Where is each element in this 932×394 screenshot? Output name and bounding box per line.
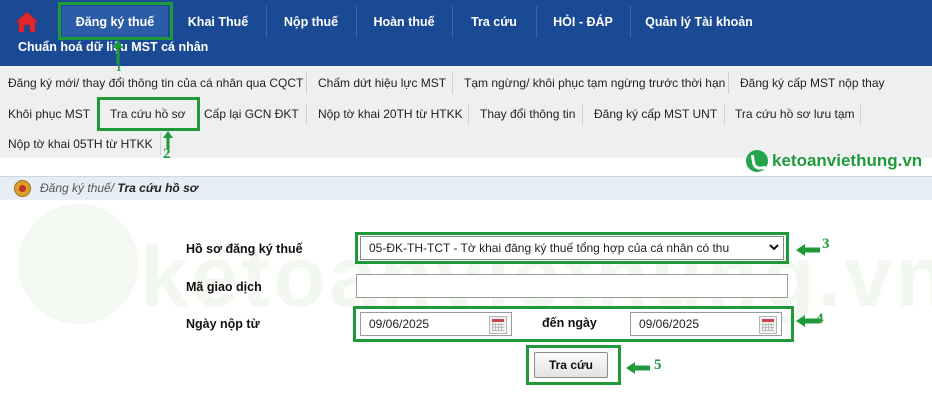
nav-separator <box>630 6 631 38</box>
submenu-separator <box>582 103 583 125</box>
brand-logo: ketoanviethung.vn <box>746 150 922 172</box>
ma-giao-dich-input[interactable] <box>356 274 788 298</box>
annotation-arrow-up-icon <box>113 40 123 64</box>
submenu-item-dang-ky-moi[interactable]: Đăng ký mới/ thay đổi thông tin của cá n… <box>8 68 303 98</box>
submenu-separator <box>306 72 307 94</box>
submenu-item-khoi-phuc-mst[interactable]: Khôi phục MST <box>8 99 90 129</box>
submenu-separator <box>728 72 729 94</box>
ho-so-label: Hồ sơ đăng ký thuế <box>186 242 303 256</box>
nav-tra-cuu[interactable]: Tra cứu <box>456 6 532 38</box>
annotation-step-3: 3 <box>822 236 830 252</box>
annotation-step-4: 4 <box>816 311 824 327</box>
ma-giao-dich-label: Mã giao dịch <box>186 280 262 294</box>
submenu-separator <box>860 103 861 125</box>
submenu-separator <box>724 103 725 125</box>
annotation-step-1: 1 <box>116 62 122 74</box>
nav-separator <box>452 6 453 38</box>
submenu-item-cap-mst-nop-thay[interactable]: Đăng ký cấp MST nộp thay <box>740 68 885 98</box>
submenu-item-nop-to-khai-05th[interactable]: Nộp tờ khai 05TH từ HTKK <box>8 129 153 159</box>
home-icon <box>15 11 39 33</box>
national-emblem-icon <box>14 180 31 197</box>
watermark-logo-icon <box>18 204 138 324</box>
submenu-separator <box>160 133 161 155</box>
breadcrumb-current: Tra cứu hồ sơ <box>114 181 198 195</box>
nav-nop-thue[interactable]: Nộp thuế <box>270 6 352 38</box>
nav-separator <box>536 6 537 38</box>
logo-text: ketoanviethung.vn <box>772 151 923 170</box>
home-button[interactable] <box>8 8 46 36</box>
nav-hoi-dap[interactable]: HỎI - ĐÁP <box>540 6 626 38</box>
annotation-frame-2 <box>97 97 200 131</box>
annotation-frame-4 <box>353 306 794 342</box>
annotation-arrow-left-icon <box>626 362 650 374</box>
nav-hoan-thue[interactable]: Hoàn thuế <box>360 6 448 38</box>
submenu-item-tra-cuu-luu-tam[interactable]: Tra cứu hồ sơ lưu tạm <box>735 99 855 129</box>
submenu-item-cham-dut-hieu-luc[interactable]: Chấm dứt hiệu lực MST <box>318 68 446 98</box>
submenu-item-tam-ngung[interactable]: Tạm ngừng/ khôi phục tạm ngừng trước thờ… <box>464 68 725 98</box>
nav-separator <box>356 6 357 38</box>
submenu-separator <box>468 103 469 125</box>
nav-khai-thue[interactable]: Khai Thuế <box>176 6 260 38</box>
annotation-step-5: 5 <box>654 357 662 373</box>
annotation-frame-3 <box>355 232 789 264</box>
breadcrumb-parent[interactable]: Đăng ký thuế/ <box>40 181 114 195</box>
submenu-item-cap-mst-unt[interactable]: Đăng ký cấp MST UNT <box>594 99 717 129</box>
submenu-item-cap-lai-gcn[interactable]: Cấp lại GCN ĐKT <box>204 99 299 129</box>
submenu-item-thay-doi-thong-tin[interactable]: Thay đổi thông tin <box>480 99 575 129</box>
annotation-frame-1 <box>58 2 173 40</box>
annotation-frame-5 <box>526 345 621 385</box>
submenu-separator <box>452 72 453 94</box>
leaf-logo-icon <box>746 150 768 172</box>
submenu-separator <box>306 103 307 125</box>
ngay-nop-tu-label: Ngày nộp từ <box>186 317 260 331</box>
nav-quan-ly-tai-khoan[interactable]: Quản lý Tài khoản <box>634 6 764 38</box>
annotation-step-2: 2 <box>163 146 171 162</box>
submenu-item-nop-to-khai-20th[interactable]: Nộp tờ khai 20TH từ HTKK <box>318 99 463 129</box>
nav-separator <box>266 6 267 38</box>
annotation-arrow-left-icon <box>796 244 820 256</box>
breadcrumb-text: Đăng ký thuế/ Tra cứu hồ sơ <box>40 181 198 195</box>
breadcrumb: Đăng ký thuế/ Tra cứu hồ sơ <box>0 176 932 200</box>
